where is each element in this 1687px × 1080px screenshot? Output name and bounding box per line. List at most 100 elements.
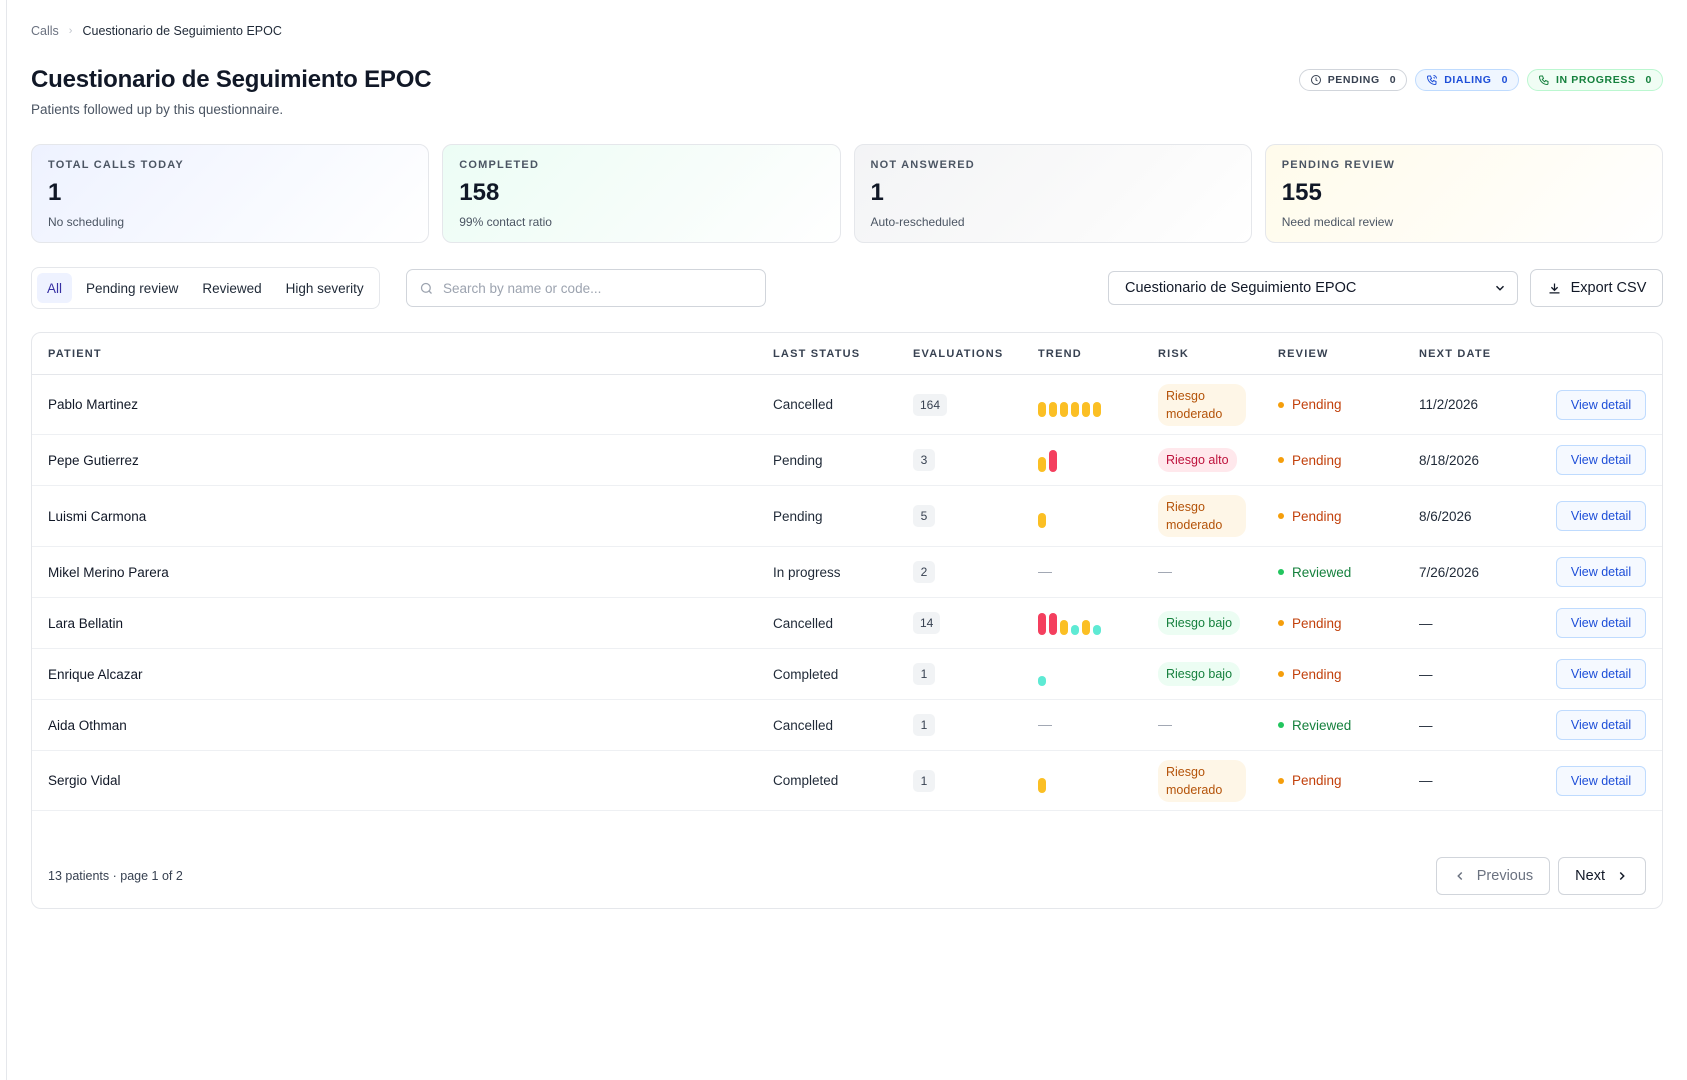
table-row: Aida Othman Cancelled 1 — — Reviewed — View det… xyxy=(32,700,1662,751)
filter-tabs: All Pending review Reviewed High severit… xyxy=(31,267,380,309)
review-status: Pending xyxy=(1278,773,1342,788)
trend-sparkline xyxy=(1038,504,1046,528)
table-row: Pablo Martinez Cancelled 164 Riesgo moderad… xyxy=(32,375,1662,435)
evaluations-cell: 1 xyxy=(913,714,935,736)
filter-tab-all[interactable]: All xyxy=(37,273,73,303)
patient-name[interactable]: Luismi Carmona xyxy=(48,509,146,524)
review-status-label: Pending xyxy=(1278,397,1342,412)
patient-name[interactable]: Lara Bellatin xyxy=(48,616,123,631)
table-footer: 13 patients · page 1 of 2 Previous Next xyxy=(32,844,1662,908)
next-page-button[interactable]: Next xyxy=(1558,857,1646,895)
col-risk[interactable]: RISK xyxy=(1158,348,1189,360)
last-status: Completed xyxy=(773,666,839,682)
previous-page-button[interactable]: Previous xyxy=(1435,857,1551,895)
search-input[interactable] xyxy=(443,280,753,296)
chevron-right-icon: › xyxy=(68,25,73,37)
trend-sparkline xyxy=(1038,448,1057,472)
kpi-not-answered: NOT ANSWERED 1 Auto-rescheduled xyxy=(853,144,1252,243)
status-dot-icon xyxy=(1278,777,1284,784)
view-detail-button[interactable]: View detail xyxy=(1556,557,1646,587)
kpi-completed: COMPLETED 158 99% contact ratio xyxy=(442,144,841,243)
col-last-status[interactable]: LAST STATUS xyxy=(773,348,860,360)
view-detail-button[interactable]: View detail xyxy=(1556,445,1646,475)
next-date: 11/2/2026 xyxy=(1419,397,1479,412)
empty-risk-placeholder: — xyxy=(1158,716,1172,732)
review-status: Reviewed xyxy=(1278,565,1351,580)
evaluations-count-badge: 5 xyxy=(913,505,935,527)
table-row: Lara Bellatin Cancelled 14 Riesgo bajo Pendi… xyxy=(32,598,1662,649)
risk-cell: Riesgo bajo xyxy=(1158,662,1241,686)
filter-tab-high-severity[interactable]: High severity xyxy=(276,273,374,303)
filter-tab-reviewed[interactable]: Reviewed xyxy=(192,273,271,303)
trend-bar xyxy=(1060,620,1068,635)
download-icon xyxy=(1549,283,1560,293)
trend-bar xyxy=(1093,625,1101,635)
evaluations-cell: 3 xyxy=(913,449,935,471)
risk-cell: Riesgo moderado xyxy=(1158,759,1246,802)
trend-bar xyxy=(1038,676,1046,686)
patient-name[interactable]: Enrique Alcazar xyxy=(48,667,143,682)
trend-sparkline: — xyxy=(1038,716,1052,734)
table-row: Pepe Gutierrez Pending 3 Riesgo alto Pending… xyxy=(32,435,1662,486)
view-detail-button[interactable]: View detail xyxy=(1556,710,1646,740)
risk-badge: Riesgo moderado xyxy=(1158,495,1246,537)
trend-bar xyxy=(1038,613,1046,635)
col-trend: TREND xyxy=(1038,347,1082,360)
review-status-label: Pending xyxy=(1278,453,1342,468)
review-status: Pending xyxy=(1278,453,1342,468)
patients-table: PATIENT LAST STATUS EVALUATIONS TREND RI… xyxy=(31,332,1663,909)
view-detail-button[interactable]: View detail xyxy=(1556,608,1646,638)
breadcrumb: Calls › Cuestionario de Seguimiento EPOC xyxy=(31,24,282,38)
risk-cell: Riesgo alto xyxy=(1158,448,1237,472)
trend-sparkline xyxy=(1038,769,1046,793)
page-title: Cuestionario de Seguimiento EPOC xyxy=(31,66,432,93)
filter-tab-pending-review[interactable]: Pending review xyxy=(76,273,188,303)
trend-sparkline xyxy=(1038,393,1101,417)
patient-name[interactable]: Mikel Merino Parera xyxy=(48,565,169,580)
patient-name[interactable]: Pablo Martinez xyxy=(48,397,138,412)
breadcrumb-calls[interactable]: Calls xyxy=(31,24,59,38)
kpi-pending-review: PENDING REVIEW 155 Need medical review xyxy=(1264,144,1663,243)
trend-bar xyxy=(1071,625,1079,635)
search-icon xyxy=(420,282,432,294)
evaluations-count-badge: 14 xyxy=(913,612,941,634)
col-evaluations[interactable]: EVALUATIONS xyxy=(913,348,1003,360)
kpi-cards: TOTAL CALLS TODAY 1 No scheduling COMPLE… xyxy=(31,144,1663,243)
col-patient[interactable]: PATIENT xyxy=(48,348,102,360)
last-status: Pending xyxy=(773,452,823,468)
patient-name[interactable]: Pepe Gutierrez xyxy=(48,453,139,468)
actions-cell: View detail xyxy=(1556,710,1646,740)
review-status-label: Reviewed xyxy=(1278,718,1351,733)
risk-cell: — xyxy=(1158,716,1172,734)
patient-name[interactable]: Sergio Vidal xyxy=(48,773,121,788)
next-date: 8/18/2026 xyxy=(1419,452,1480,468)
export-csv-button[interactable]: Export CSV xyxy=(1530,269,1663,307)
view-detail-button[interactable]: View detail xyxy=(1556,659,1646,689)
chevron-down-icon xyxy=(1495,285,1505,291)
phone-ringing-icon xyxy=(1427,75,1438,86)
trend-bar xyxy=(1038,513,1046,528)
review-status-label: Pending xyxy=(1278,773,1342,788)
view-detail-button[interactable]: View detail xyxy=(1556,765,1646,796)
sidebar-divider xyxy=(6,0,7,1080)
evaluations-cell: 164 xyxy=(913,393,948,416)
evaluations-cell: 1 xyxy=(913,663,935,685)
questionnaire-select[interactable]: Cuestionario de Seguimiento EPOC xyxy=(1108,271,1518,305)
col-review[interactable]: REVIEW xyxy=(1278,348,1329,360)
actions-cell: View detail xyxy=(1556,501,1646,531)
risk-cell: Riesgo moderado xyxy=(1158,383,1246,426)
evaluations-cell: 2 xyxy=(913,561,935,583)
review-status-label: Pending xyxy=(1278,667,1342,682)
trend-sparkline xyxy=(1038,611,1101,635)
col-next-date[interactable]: NEXT DATE xyxy=(1419,348,1491,360)
patient-name[interactable]: Aida Othman xyxy=(48,718,127,733)
view-detail-button[interactable]: View detail xyxy=(1556,501,1646,531)
actions-cell: View detail xyxy=(1556,608,1646,638)
view-detail-button[interactable]: View detail xyxy=(1556,389,1646,420)
evaluations-count-badge: 1 xyxy=(913,663,935,685)
trend-bar xyxy=(1049,450,1057,472)
breadcrumb-current: Cuestionario de Seguimiento EPOC xyxy=(82,24,282,38)
next-date: 8/6/2026 xyxy=(1419,508,1472,524)
risk-badge: Riesgo moderado xyxy=(1158,759,1246,802)
review-status: Pending xyxy=(1278,397,1342,412)
